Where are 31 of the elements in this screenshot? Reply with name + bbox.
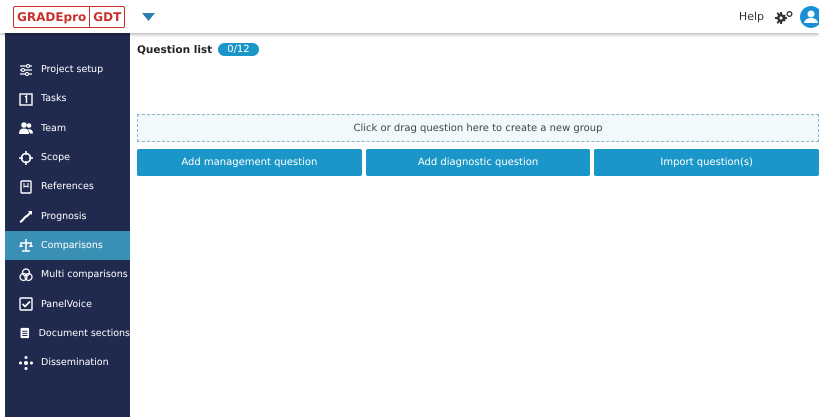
sidebar-item[interactable]: Document sections xyxy=(5,318,130,348)
question-list-title: Question list xyxy=(137,44,212,56)
crosshair-icon xyxy=(18,150,34,166)
logo-suffix: GDT xyxy=(89,6,124,26)
sliders-icon xyxy=(18,62,34,78)
app-logo[interactable]: GRADEpro GDT xyxy=(13,6,126,28)
document-icon xyxy=(18,178,34,195)
sidebar-item[interactable]: Tasks xyxy=(5,84,130,114)
trend-icon xyxy=(18,208,34,224)
sidebar-item[interactable]: Project setup xyxy=(5,55,130,84)
help-link[interactable]: Help xyxy=(738,10,764,23)
sidebar-item[interactable]: PanelVoice xyxy=(5,289,130,319)
scales-icon xyxy=(18,237,34,254)
drop-zone[interactable]: Click or drag question here to create a new group xyxy=(137,114,819,142)
nodes-icon xyxy=(18,354,34,371)
sidebar-item[interactable]: Dissemination xyxy=(5,348,130,378)
sidebar-item[interactable]: References xyxy=(5,172,130,202)
count-badge: 0/12 xyxy=(218,43,259,56)
avatar-icon[interactable] xyxy=(800,6,819,28)
logo-text: GRADEpro xyxy=(16,8,88,26)
checkbox-icon xyxy=(18,296,34,312)
sidebar-item[interactable]: Comparisons xyxy=(5,230,130,260)
caret-icon[interactable] xyxy=(142,12,156,20)
people-icon xyxy=(18,120,34,136)
sidebar-item[interactable]: Multi comparisons xyxy=(5,260,130,290)
sidebar-item[interactable]: Prognosis xyxy=(5,201,130,231)
calendar-icon xyxy=(18,90,34,107)
sidebar-item[interactable]: Team xyxy=(5,114,130,143)
settings-icon[interactable] xyxy=(774,10,794,24)
circles-icon xyxy=(18,266,34,283)
sidebar-item[interactable]: Scope xyxy=(5,142,130,172)
